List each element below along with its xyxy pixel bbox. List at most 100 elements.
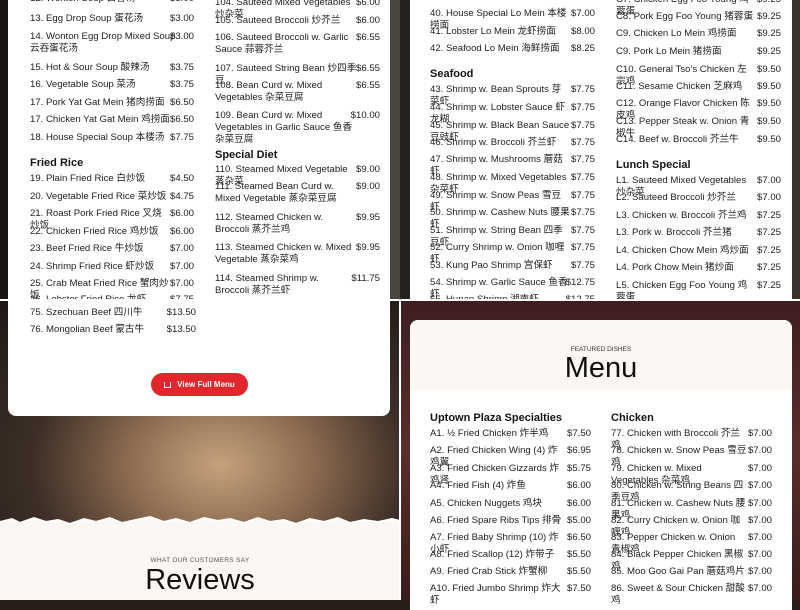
menu-item-name: L3. Chicken w. Broccoli 芥兰鸡 [616, 210, 747, 221]
menu-item-name: 76. Mongolian Beef 蒙古牛 [30, 324, 145, 335]
menu-item-name: 14. Wonton Egg Drop Mixed Soup 云吞蛋花汤 [30, 31, 176, 54]
menu-tray-icon [164, 382, 172, 388]
menu-item-price: $7.75 [570, 120, 595, 131]
menu-item-price: $7.00 [169, 243, 194, 254]
menu-item-name: 17. Chicken Yat Gat Mein 鸡捞面 [30, 114, 170, 125]
menu-item-price: $3.00 [169, 31, 194, 42]
menu-item-name: 108. Bean Curd w. Mixed Vegetables 杂菜豆腐 [215, 80, 323, 103]
menu-card-top-left: 12. Wonton Soup 云吞汤$3.0013. Egg Drop Sou… [8, 0, 390, 300]
menu-item-name: 15. Hot & Sour Soup 酸辣汤 [30, 62, 150, 73]
menu-item-price: $10.00 [350, 110, 380, 121]
menu-item-name: C8. Pork Egg Foo Young 猪蓉蛋 [616, 11, 754, 22]
menu-item-price: $7.00 [747, 549, 772, 560]
menu-item-price: $7.75 [570, 225, 595, 236]
menu-item-price: $7.00 [747, 498, 772, 509]
menu-column: 104. Sauteed Mixed Vegetables 炒杂菜 $6.00 10… [215, 0, 380, 300]
menu-item-price: $6.55 [355, 32, 380, 43]
menu-column: Uptown Plaza Specialties A1. ½ Fried Chi… [430, 320, 591, 610]
menu-item-name: A9. Fried Crab Stick 炸蟹柳 [430, 566, 548, 577]
menu-item-price: $7.75 [570, 260, 595, 271]
menu-item-price: $4.75 [169, 191, 194, 202]
menu-item-name: 22. Chicken Fried Rice 鸡炒饭 [30, 226, 159, 237]
menu-item-name: 19. Plain Fried Rice 白炒饭 [30, 173, 146, 184]
menu-item-price: $6.00 [566, 498, 591, 509]
menu-item-price: $7.25 [756, 245, 781, 256]
menu-item-price: $5.50 [566, 566, 591, 577]
menu-item-name: C9. Chicken Lo Mein 鸡捞面 [616, 28, 737, 39]
menu-column: 12. Wonton Soup 云吞汤$3.0013. Egg Drop Sou… [30, 0, 194, 300]
category-title-chicken: Chicken [611, 412, 654, 424]
menu-item-price: $3.00 [170, 0, 194, 5]
menu-item-name: 105. Sauteed Broccoli 炒芥兰 [215, 15, 341, 26]
menu-item-name: 18. House Special Soup 本楼汤 [30, 132, 165, 143]
menu-item-price: $13.50 [166, 324, 196, 335]
menu-item-price: $8.00 [570, 26, 595, 37]
menu-item-price: $7.00 [570, 8, 595, 19]
menu-item-price: $9.50 [756, 81, 781, 92]
menu-column: 40. House Special Lo Mein 本楼捞面 $7.00 41. L… [430, 0, 595, 300]
menu-item-price: $7.25 [756, 210, 781, 221]
menu-item-name: 20. Vegetable Fried Rice 菜炒饭 [30, 191, 167, 202]
menu-item-price: $7.75 [570, 172, 595, 183]
menu-item-price: $7.75 [570, 242, 595, 253]
menu-column: 75. Szechuan Beef 四川牛 $13.50 76. Mongolian… [30, 300, 196, 360]
menu-item-price: $3.75 [169, 62, 194, 73]
menu-item-name: 86. Sweet & Sour Chicken 甜酸鸡 [611, 583, 745, 606]
menu-item-price: $5.50 [566, 549, 591, 560]
menu-item-price: $5.00 [566, 515, 591, 526]
featured-menu-card: FEATURED DISHES Menu Uptown Plaza Specia… [410, 320, 792, 610]
menu-item-price: $7.75 [570, 84, 595, 95]
menu-item-price: $9.25 [757, 0, 781, 6]
menu-item-name: A4. Fried Fish (4) 炸鱼 [430, 480, 526, 491]
category-title-lunch-special: Lunch Special [616, 159, 691, 171]
menu-item-price: $7.75 [570, 137, 595, 148]
menu-item-name: 53. Kung Pao Shrimp 宫保虾 [430, 260, 553, 271]
menu-item-price: $8.25 [570, 43, 595, 54]
menu-item-price: $9.00 [355, 181, 380, 192]
menu-item-price: $7.00 [756, 175, 781, 186]
menu-item-name: C9. Pork Lo Mein 猪捞面 [616, 46, 722, 57]
view-full-menu-button[interactable]: View Full Menu [151, 373, 248, 396]
menu-item-price: $7.00 [169, 278, 194, 289]
menu-item-price: $6.55 [355, 63, 380, 74]
menu-item-name: 13. Egg Drop Soup 蛋花汤 [30, 13, 144, 24]
menu-item-price: $6.00 [566, 480, 591, 491]
menu-item-price: $6.50 [169, 114, 194, 125]
menu-item-price: $9.50 [756, 116, 781, 127]
view-full-menu-label: View Full Menu [177, 380, 235, 389]
menu-item-name: 24. Shrimp Fried Rice 虾炒饭 [30, 261, 155, 272]
menu-item-price: $9.50 [756, 64, 781, 75]
menu-item-price: $7.00 [747, 463, 772, 474]
menu-item-price: $7.00 [747, 428, 772, 439]
menu-column: Chicken 77. Chicken with Broccoli 芥兰鸡 $7.… [611, 320, 772, 610]
menu-item-name: 42. Seafood Lo Mein 海鲜捞面 [430, 43, 560, 54]
menu-item-price: $7.50 [566, 428, 591, 439]
menu-column: C7. Chicken Egg Foo Young 鸡蓉蛋$9.25C8. Po… [616, 0, 781, 300]
menu-item-name: 41. Lobster Lo Mein 龙虾捞面 [430, 26, 556, 37]
menu-item-price: $9.00 [355, 164, 380, 175]
menu-item-price: $12.75 [565, 277, 595, 288]
menu-item-name: 85. Moo Goo Gai Pan 蘑菇鸡片 [611, 566, 745, 577]
menu-item-price: $7.00 [169, 261, 194, 272]
menu-item-name: 113. Steamed Chicken w. Mixed Vegetable … [215, 242, 352, 265]
menu-item-price: $9.50 [756, 98, 781, 109]
menu-item-price: $5.75 [566, 463, 591, 474]
reviews-subtitle: WHAT OUR CUSTOMERS SAY [150, 557, 250, 564]
menu-item-price: $7.75 [570, 154, 595, 165]
menu-item-price: $7.75 [570, 102, 595, 113]
menu-item-name: 114. Steamed Shrimp w. Broccoli 蒸芥兰虾 [215, 273, 319, 296]
menu-card-top-right: 40. House Special Lo Mein 本楼捞面 $7.00 41. L… [410, 0, 792, 300]
menu-item-price: $7.00 [747, 583, 772, 594]
menu-item-price: $6.55 [355, 80, 380, 91]
menu-item-price: $9.50 [756, 134, 781, 145]
menu-item-price: $6.00 [355, 0, 380, 8]
menu-item-name: 23. Beef Fried Rice 牛炒饭 [30, 243, 144, 254]
menu-item-price: $6.50 [566, 532, 591, 543]
section-divider [399, 300, 401, 600]
menu-item-price: $6.00 [355, 15, 380, 26]
menu-item-price: $9.95 [355, 242, 380, 253]
menu-item-name: L3. Pork w. Broccoli 芥兰猪 [616, 227, 732, 238]
menu-item-price: $7.75 [169, 132, 194, 143]
menu-item-price: $7.75 [570, 190, 595, 201]
menu-item-price: $11.75 [351, 273, 380, 284]
